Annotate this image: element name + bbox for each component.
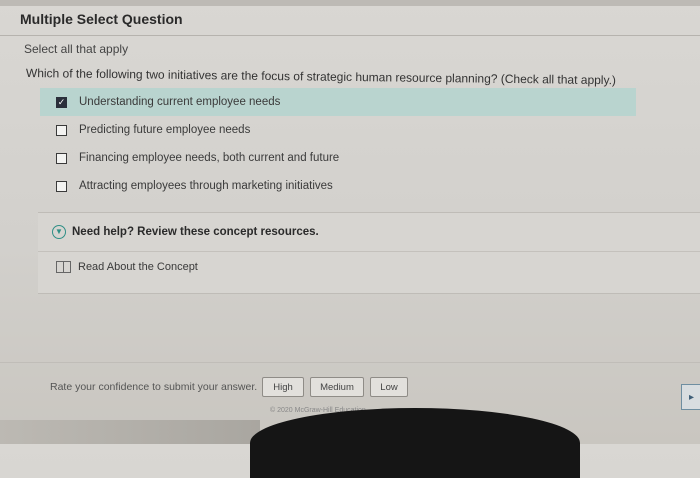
checkbox-icon[interactable] — [56, 124, 67, 136]
option-2[interactable]: Predicting future employee needs — [40, 116, 700, 144]
instruction-text: Select all that apply — [24, 42, 129, 56]
option-label: Understanding current employee needs — [79, 96, 281, 108]
help-toggle[interactable]: ▼ Need help? Review these concept resour… — [52, 225, 319, 239]
help-panel: ▼ Need help? Review these concept resour… — [38, 212, 700, 294]
option-label: Attracting employees through marketing i… — [79, 180, 333, 192]
book-icon — [56, 261, 71, 273]
next-arrow-icon[interactable]: ▸ — [681, 384, 700, 410]
option-1[interactable]: ✓ Understanding current employee needs — [40, 88, 636, 116]
option-4[interactable]: Attracting employees through marketing i… — [40, 172, 700, 200]
confidence-high-button[interactable]: High — [262, 377, 304, 397]
option-3[interactable]: Financing employee needs, both current a… — [40, 144, 700, 172]
chevron-circle-icon: ▼ — [52, 225, 66, 239]
checkbox-icon[interactable] — [56, 180, 67, 192]
confidence-low-button[interactable]: Low — [370, 377, 408, 397]
divider — [38, 251, 700, 252]
foreground-shadow — [250, 408, 580, 478]
foreground-desk — [0, 420, 260, 444]
top-bar — [0, 0, 700, 6]
answer-options: ✓ Understanding current employee needs P… — [40, 88, 700, 200]
checkbox-icon[interactable] — [56, 152, 67, 164]
confidence-medium-button[interactable]: Medium — [310, 377, 364, 397]
option-label: Predicting future employee needs — [79, 124, 251, 136]
divider — [0, 362, 700, 363]
question-type-title: Multiple Select Question — [20, 11, 183, 27]
checkbox-checked-icon[interactable]: ✓ — [56, 96, 67, 108]
read-concept-link[interactable]: Read About the Concept — [56, 261, 198, 273]
confidence-label: Rate your confidence to submit your answ… — [50, 381, 258, 393]
option-label: Financing employee needs, both current a… — [79, 152, 340, 164]
question-prompt: Which of the following two initiatives a… — [25, 66, 617, 88]
divider — [0, 35, 700, 36]
help-title: Need help? Review these concept resource… — [72, 226, 319, 238]
read-concept-label: Read About the Concept — [78, 261, 198, 273]
